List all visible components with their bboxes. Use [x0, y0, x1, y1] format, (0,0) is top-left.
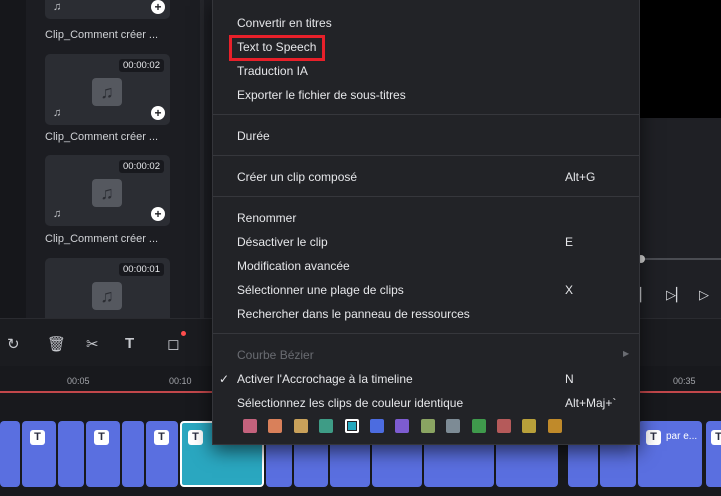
- color-swatch[interactable]: [547, 419, 562, 433]
- shortcut-select-clip-range: X: [565, 283, 574, 297]
- menu-separator: [213, 155, 639, 156]
- title-clip[interactable]: [0, 421, 20, 487]
- clip-title-text: par e...: [666, 431, 698, 442]
- note-icon: ♫: [92, 78, 122, 106]
- media-card[interactable]: 00:00:02 ♫ ♫ +: [45, 54, 170, 125]
- title-clip[interactable]: T: [22, 421, 56, 487]
- media-card[interactable]: ♫ +: [45, 0, 170, 19]
- menu-item-advanced-edit[interactable]: Modification avancée: [237, 259, 350, 273]
- text-clip-icon: T: [646, 430, 661, 445]
- media-card[interactable]: 00:00:01 ♫: [45, 258, 170, 318]
- waveform-icon: ♫: [53, 1, 62, 13]
- color-swatch[interactable]: [268, 419, 283, 433]
- duration-badge: 00:00:02: [119, 160, 164, 173]
- redo-icon[interactable]: ↻: [7, 335, 20, 353]
- menu-separator: [213, 333, 639, 334]
- menu-item-search-resources[interactable]: Rechercher dans le panneau de ressources: [237, 307, 470, 321]
- waveform-icon: ♫: [53, 208, 62, 220]
- color-swatch[interactable]: [395, 419, 410, 433]
- menu-item-select-same-color[interactable]: Sélectionnez les clips de couleur identi…: [237, 396, 463, 410]
- text-clip-icon: T: [30, 430, 45, 445]
- menu-item-bezier-curve: Courbe Bézier: [237, 348, 314, 362]
- trash-icon[interactable]: 🗑: [47, 335, 66, 353]
- text-clip-icon: T: [711, 430, 721, 445]
- color-swatch[interactable]: [471, 419, 486, 433]
- menu-item-timeline-snapping[interactable]: Activer l'Accrochage à la timeline: [237, 372, 413, 386]
- color-swatch[interactable]: [446, 419, 461, 433]
- title-clip[interactable]: T: [146, 421, 178, 487]
- shortcut-timeline-snapping: N: [565, 372, 574, 386]
- shortcut-select-same-color: Alt+Maj+`: [565, 396, 617, 410]
- menu-item-select-clip-range[interactable]: Sélectionner une plage de clips: [237, 283, 404, 297]
- text-clip-icon: T: [94, 430, 109, 445]
- menu-item-convert-titles[interactable]: Convertir en titres: [237, 16, 332, 30]
- plus-icon[interactable]: +: [151, 0, 165, 14]
- context-menu: Convertir en titres Text to Speech Tradu…: [212, 0, 640, 445]
- shortcut-create-compound-clip: Alt+G: [565, 170, 596, 184]
- shortcut-disable-clip: E: [565, 235, 574, 249]
- color-swatch[interactable]: [344, 419, 359, 433]
- note-icon: ♫: [92, 282, 122, 310]
- waveform-icon: ♫: [53, 107, 62, 119]
- plus-icon[interactable]: +: [151, 106, 165, 120]
- title-clip[interactable]: T: [86, 421, 120, 487]
- ruler-tick: 00:05: [67, 376, 90, 386]
- color-swatch[interactable]: [522, 419, 537, 433]
- color-swatch[interactable]: [420, 419, 435, 433]
- text-clip-icon: T: [154, 430, 169, 445]
- ruler-tick: 00:10: [169, 376, 192, 386]
- preview-scrubber[interactable]: [640, 258, 721, 260]
- media-scrollbar[interactable]: [200, 0, 204, 318]
- ruler-tick: 00:35: [673, 376, 696, 386]
- duration-badge: 00:00:01: [119, 263, 164, 276]
- color-swatch[interactable]: [243, 419, 257, 433]
- notification-dot: [181, 331, 186, 336]
- submenu-arrow-icon: ▶: [623, 349, 630, 358]
- color-swatch[interactable]: [497, 419, 511, 433]
- frame-back-icon[interactable]: ▏: [640, 287, 650, 303]
- menu-separator: [213, 114, 639, 115]
- media-card-label: Clip_Comment créer ...: [45, 131, 159, 143]
- media-card-label: Clip_Comment créer ...: [45, 233, 159, 245]
- media-panel: ♫ + Clip_Comment créer ... 00:00:02 ♫ ♫ …: [0, 0, 212, 318]
- media-panel-strip: [0, 0, 26, 318]
- title-clip[interactable]: [122, 421, 144, 487]
- play-icon[interactable]: ▷: [699, 287, 709, 303]
- app-window: ♫ + Clip_Comment créer ... 00:00:02 ♫ ♫ …: [0, 0, 721, 496]
- menu-item-ai-translation[interactable]: Traduction IA: [237, 64, 308, 78]
- plus-icon[interactable]: +: [151, 207, 165, 221]
- color-swatch[interactable]: [319, 419, 334, 433]
- menu-separator: [213, 196, 639, 197]
- scissors-icon[interactable]: ✂: [86, 335, 99, 353]
- crop-icon[interactable]: ◻: [167, 335, 179, 353]
- preview-viewport: [640, 0, 721, 118]
- menu-item-disable-clip[interactable]: Désactiver le clip: [237, 235, 328, 249]
- menu-item-export-subtitles[interactable]: Exporter le fichier de sous-titres: [237, 88, 406, 102]
- title-clip[interactable]: T: [706, 421, 721, 487]
- color-swatch[interactable]: [370, 419, 384, 433]
- menu-item-text-to-speech[interactable]: Text to Speech: [237, 40, 316, 54]
- media-card-label: Clip_Comment créer ...: [45, 29, 159, 41]
- title-clip[interactable]: [58, 421, 84, 487]
- menu-item-rename[interactable]: Renommer: [237, 211, 296, 225]
- check-icon: ✓: [219, 372, 230, 386]
- color-swatch[interactable]: [293, 419, 308, 433]
- duration-badge: 00:00:02: [119, 59, 164, 72]
- menu-item-create-compound-clip[interactable]: Créer un clip composé: [237, 170, 357, 184]
- text-clip-icon: T: [188, 430, 203, 445]
- menu-item-duration[interactable]: Durée: [237, 129, 270, 143]
- step-forward-icon[interactable]: ▷▏: [666, 287, 686, 303]
- text-tool-icon[interactable]: T: [125, 335, 134, 352]
- media-card[interactable]: 00:00:02 ♫ ♫ +: [45, 155, 170, 226]
- note-icon: ♫: [92, 179, 122, 207]
- title-clip[interactable]: Tpar e...: [638, 421, 702, 487]
